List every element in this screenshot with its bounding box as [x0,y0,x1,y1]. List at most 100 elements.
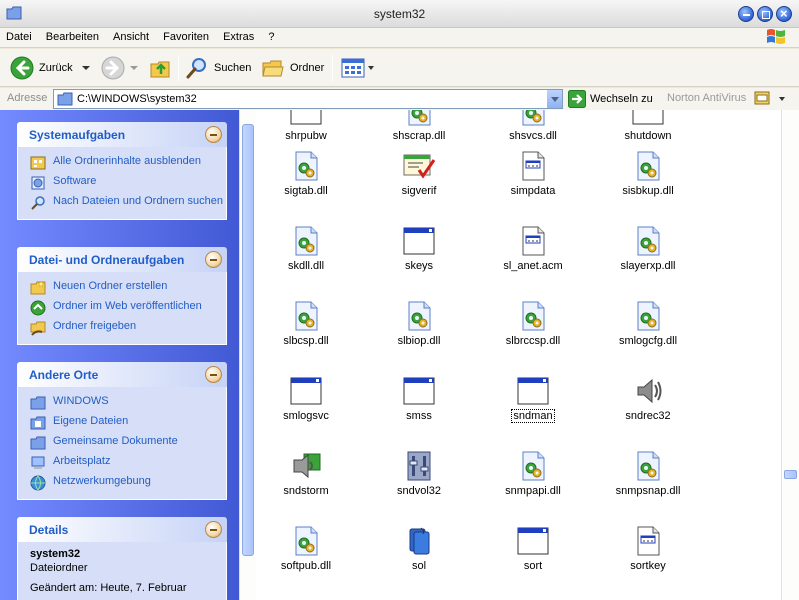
file-item[interactable]: sigtab.dll [256,150,356,197]
scrollbar-thumb[interactable] [242,124,254,556]
forward-arrow-icon [101,56,125,80]
file-item[interactable]: sol [369,525,469,572]
folders-label: Ordner [290,62,325,74]
maximize-button[interactable] [757,6,773,22]
file-item[interactable]: sigverif [369,150,469,197]
address-value: C:\WINDOWS\system32 [77,93,197,105]
collapse-button[interactable] [205,521,222,538]
go-button[interactable]: Wechseln zu [568,90,653,108]
forward-button[interactable] [101,54,139,82]
document-icon [517,225,549,257]
address-dropdown-button[interactable] [546,90,562,108]
task-software[interactable]: Software [30,173,226,193]
panel-header[interactable]: Systemaufgaben [17,122,227,147]
file-item[interactable]: slbrccsp.dll [483,300,583,347]
file-item[interactable]: sndvol32 [369,450,469,497]
minimize-button[interactable] [738,6,754,22]
file-view[interactable]: shrpubw shscrap.dll shsvcs.dll shutdown sigt… [256,110,781,600]
file-item[interactable]: simpdata [483,150,583,197]
panel-header[interactable]: Datei- und Ordneraufgaben [17,247,227,272]
file-item[interactable]: slbcsp.dll [256,300,356,347]
folders-button[interactable]: Ordner [261,54,324,82]
task-share-folder[interactable]: Ordner freigeben [30,318,226,338]
file-item[interactable]: slbiop.dll [369,300,469,347]
file-name: smlogsvc [283,410,329,422]
title-bar[interactable]: system32 [0,0,799,28]
chevron-down-icon[interactable] [129,64,139,72]
place-my-computer[interactable]: Arbeitsplatz [30,453,226,473]
file-item[interactable]: softpub.dll [256,525,356,572]
file-item[interactable]: slayerxp.dll [598,225,698,272]
file-item[interactable]: sisbkup.dll [598,150,698,197]
speaker-icon [632,375,664,407]
file-item[interactable]: shsvcs.dll [483,110,583,142]
file-item[interactable]: shutdown [598,110,698,142]
place-my-documents[interactable]: Eigene Dateien [30,413,226,433]
up-folder-button[interactable] [149,54,173,82]
collapse-button[interactable] [205,366,222,383]
file-item[interactable]: sort [483,525,583,572]
file-item[interactable]: smss [369,375,469,422]
address-input[interactable]: C:\WINDOWS\system32 [53,89,563,109]
file-item[interactable]: sndstorm [256,450,356,497]
chevron-down-icon[interactable] [81,64,91,72]
task-publish-web[interactable]: Ordner im Web veröffentlichen [30,298,226,318]
menu-datei[interactable]: Datei [0,28,37,43]
task-new-folder[interactable]: Neuen Ordner erstellen [30,278,226,298]
file-item[interactable]: skdll.dll [256,225,356,272]
file-item[interactable]: shscrap.dll [369,110,469,142]
windows-logo-icon [767,29,785,44]
file-item[interactable]: snmpapi.dll [483,450,583,497]
panel-header[interactable]: Andere Orte [17,362,227,387]
file-name: softpub.dll [280,560,332,572]
chevron-down-icon[interactable] [367,64,375,72]
norton-dropdown-icon[interactable] [779,97,785,101]
scrollbar-thumb[interactable] [784,470,797,479]
file-name: sndman [511,409,555,423]
menu-ansicht[interactable]: Ansicht [107,28,154,43]
task-hide-folder-contents[interactable]: Alle Ordnerinhalte ausblenden [30,153,226,173]
panel-header[interactable]: Details [17,517,227,542]
search-button[interactable]: Suchen [185,54,251,82]
menu-extras[interactable]: Extras [217,28,259,43]
place-windows[interactable]: WINDOWS [30,393,226,413]
file-item[interactable]: sl_anet.acm [483,225,583,272]
file-item[interactable]: sortkey [598,525,698,572]
panel-title: Datei- und Ordneraufgaben [29,253,185,267]
close-button[interactable] [776,6,792,22]
task-search-files[interactable]: Nach Dateien und Ordnern suchen [30,193,226,213]
file-item[interactable]: smlogsvc [256,375,356,422]
sndstorm-icon [290,450,322,482]
file-view-scrollbar[interactable] [781,110,799,600]
software-icon [31,176,45,190]
menu-favoriten[interactable]: Favoriten [157,28,214,43]
task-pane-scrollbar[interactable] [239,110,256,600]
file-item[interactable]: sndrec32 [598,375,698,422]
place-shared-documents[interactable]: Gemeinsame Dokumente [30,433,226,453]
panel-file-tasks: Datei- und Ordneraufgaben Neuen Ordner e… [17,247,227,345]
menu-help[interactable]: ? [262,28,279,43]
file-name: sortkey [630,560,666,572]
share-folder-icon [30,321,46,336]
file-item[interactable]: snmpsnap.dll [598,450,698,497]
file-item[interactable]: sndman [483,375,583,423]
menu-bearbeiten[interactable]: Bearbeiten [40,28,104,43]
app-window-icon [403,375,435,407]
collapse-button[interactable] [205,251,222,268]
file-name: shscrap.dll [392,130,446,142]
publish-web-icon [30,300,46,316]
norton-icon[interactable] [754,90,770,106]
place-label: Gemeinsame Dokumente [53,435,178,447]
place-label: Arbeitsplatz [53,455,111,467]
collapse-button[interactable] [205,126,222,143]
file-item[interactable]: shrpubw [256,110,356,142]
file-item[interactable]: skeys [369,225,469,272]
norton-antivirus-label[interactable]: Norton AntiVirus [667,92,746,104]
place-network[interactable]: Netzwerkumgebung [30,473,226,493]
views-button[interactable] [341,54,375,82]
folder-icon [30,396,46,410]
panel-other-places: Andere Orte WINDOWS Eigene Dateien Gemei… [17,362,227,500]
back-button[interactable]: Zurück [10,54,91,82]
search-label: Suchen [214,62,252,74]
file-item[interactable]: smlogcfg.dll [598,300,698,347]
